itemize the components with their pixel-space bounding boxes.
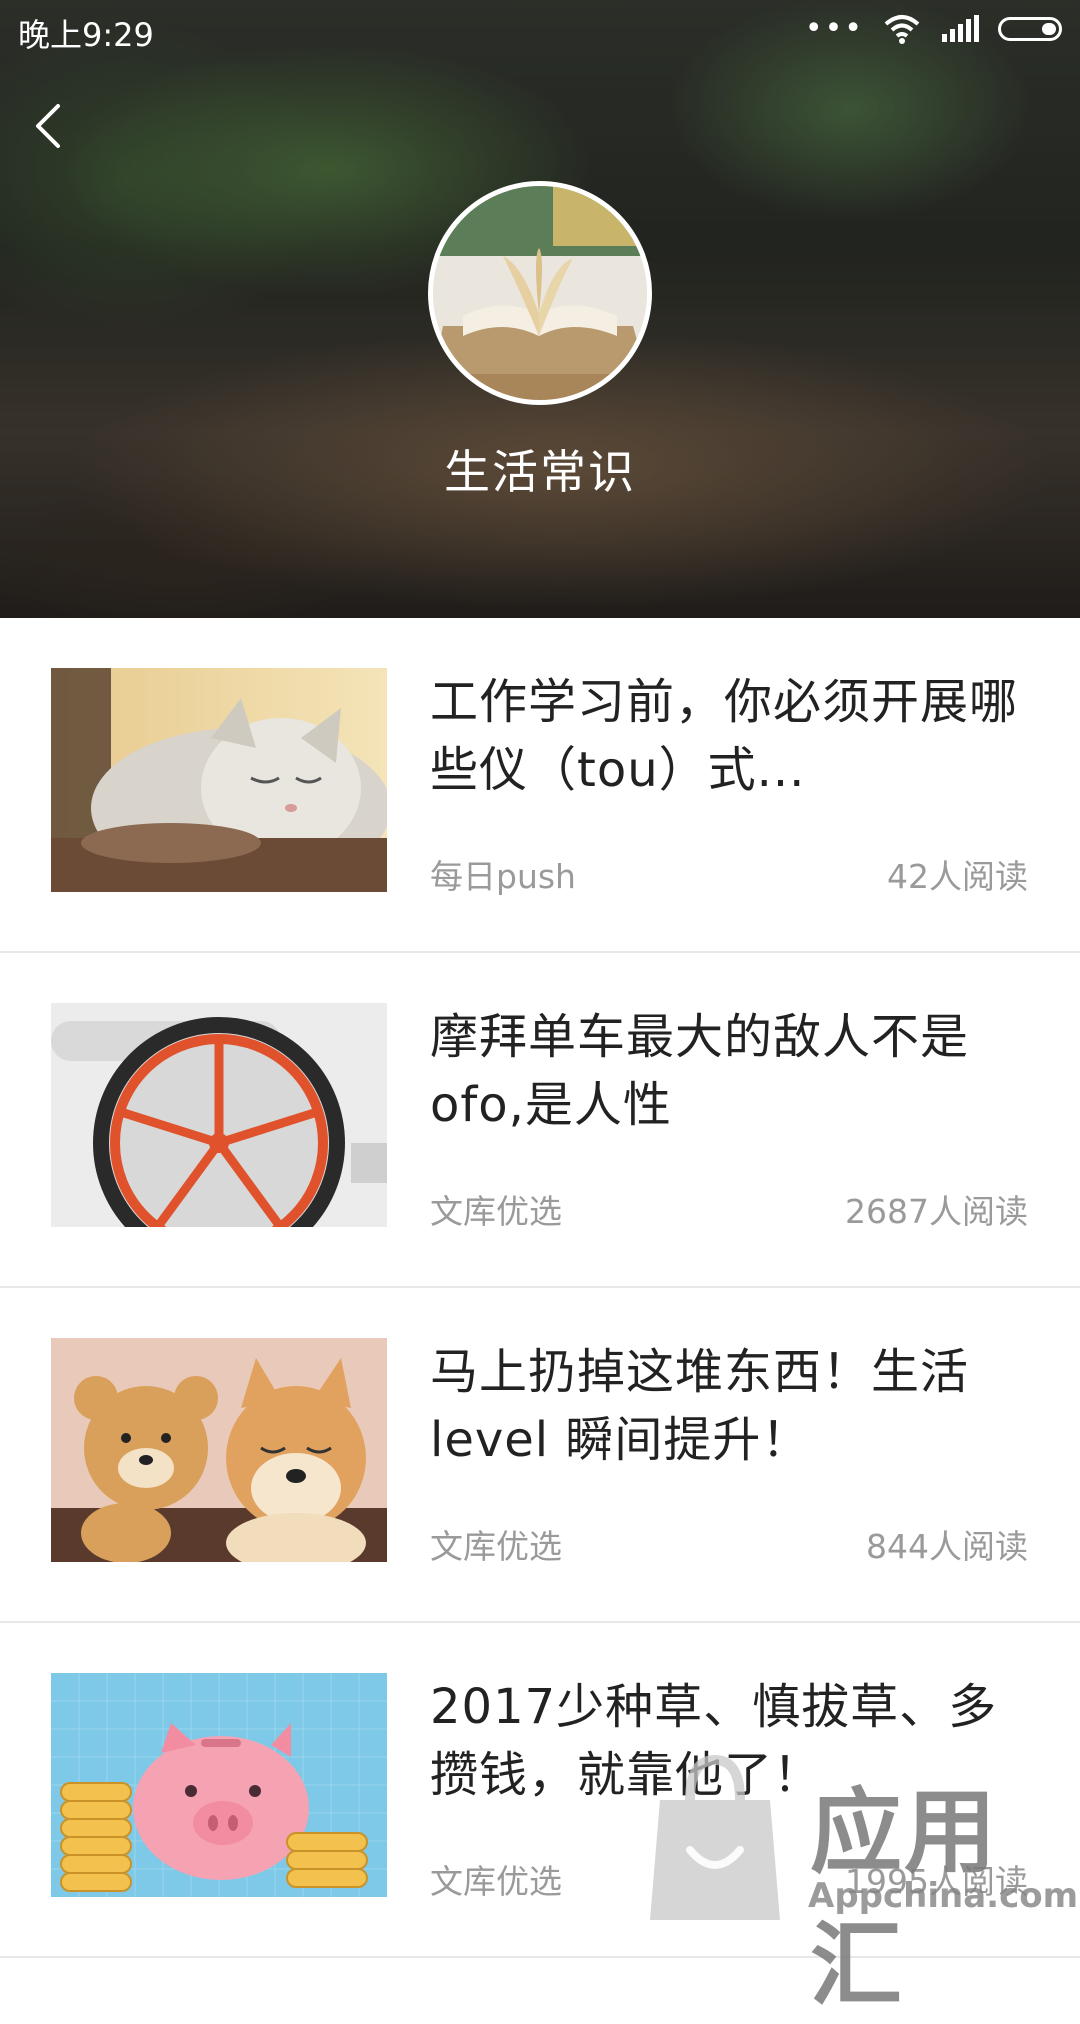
read-count: 42人阅读 xyxy=(887,857,1028,896)
more-dots-icon: ••• xyxy=(804,11,864,46)
article-item[interactable]: 马上扔掉这堆东西！生活level 瞬间提升！ 文库优选 844人阅读 xyxy=(0,1288,1080,1623)
article-thumbnail xyxy=(51,1003,387,1227)
battery-icon xyxy=(998,17,1062,41)
article-title[interactable]: 摩拜单车最大的敌人不是ofo,是人性 xyxy=(430,1003,1030,1139)
bear-and-shiba-image xyxy=(51,1338,387,1562)
page-title: 生活常识 xyxy=(444,445,636,499)
article-title[interactable]: 工作学习前，你必须开展哪些仪（tou）式... xyxy=(430,668,1030,804)
article-title[interactable]: 2017少种草、慎拔草、多攒钱，就靠他了！ xyxy=(430,1673,1030,1809)
article-source: 每日push xyxy=(430,857,576,896)
chevron-left-icon xyxy=(36,104,60,148)
signal-icon xyxy=(942,15,979,42)
article-source: 文库优选 xyxy=(430,1192,562,1231)
read-count: 1995人阅读 xyxy=(845,1862,1028,1901)
article-item[interactable]: 工作学习前，你必须开展哪些仪（tou）式... 每日push 42人阅读 xyxy=(0,618,1080,953)
back-button[interactable] xyxy=(22,96,82,156)
article-title[interactable]: 马上扔掉这堆东西！生活level 瞬间提升！ xyxy=(430,1338,1030,1474)
article-source: 文库优选 xyxy=(430,1527,562,1566)
article-thumbnail xyxy=(51,1338,387,1562)
status-icons: ••• xyxy=(805,14,1062,44)
article-source: 文库优选 xyxy=(430,1862,562,1901)
read-count: 2687人阅读 xyxy=(845,1192,1028,1231)
read-count: 844人阅读 xyxy=(866,1527,1028,1566)
category-avatar xyxy=(428,181,652,405)
piggy-bank-image xyxy=(51,1673,387,1897)
article-list: 工作学习前，你必须开展哪些仪（tou）式... 每日push 42人阅读 摩拜单… xyxy=(0,618,1080,1958)
sleeping-cat-image xyxy=(51,668,387,892)
open-book-image xyxy=(433,186,647,400)
status-bar: 晚上9:29 ••• xyxy=(0,0,1080,60)
status-time: 晚上9:29 xyxy=(18,16,154,54)
article-item[interactable]: 摩拜单车最大的敌人不是ofo,是人性 文库优选 2687人阅读 xyxy=(0,953,1080,1288)
article-thumbnail xyxy=(51,1673,387,1897)
article-thumbnail xyxy=(51,668,387,892)
bike-wheel-image xyxy=(51,1003,387,1227)
article-item[interactable]: 2017少种草、慎拔草、多攒钱，就靠他了！ 文库优选 1995人阅读 xyxy=(0,1623,1080,1958)
wifi-icon xyxy=(884,15,920,44)
